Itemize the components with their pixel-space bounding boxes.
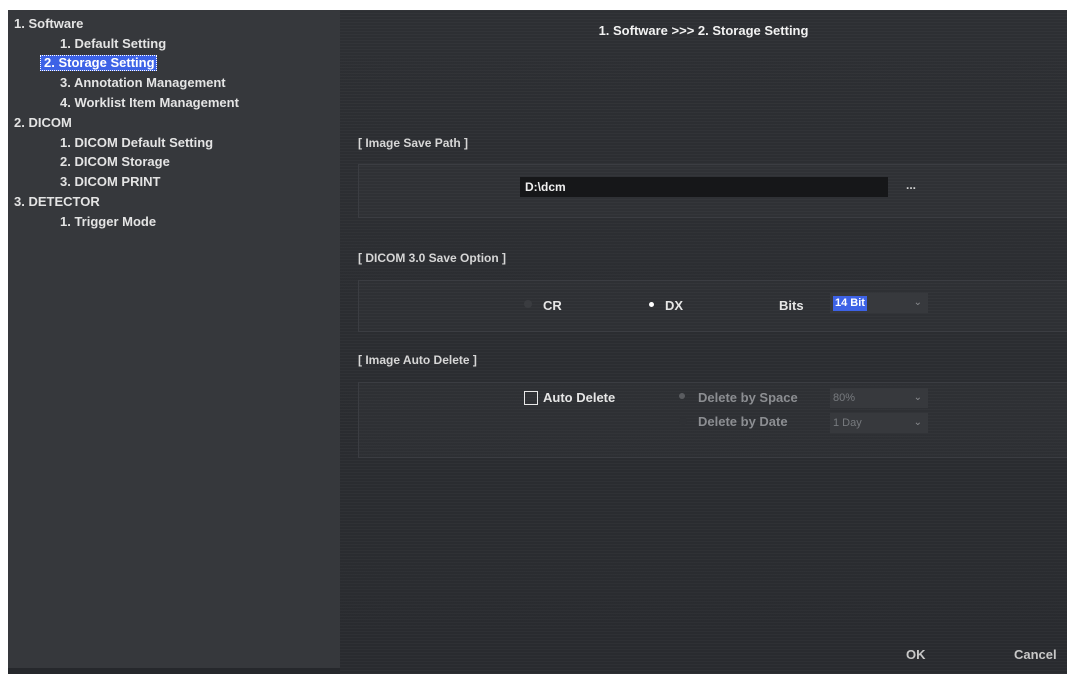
tree-item-dicom-print[interactable]: 3. DICOM PRINT (58, 174, 162, 190)
tree-item-worklist-item-management[interactable]: 4. Worklist Item Management (58, 95, 241, 111)
bits-label: Bits (779, 298, 804, 313)
dx-radio-label: DX (665, 298, 684, 313)
chevron-down-icon: ⌄ (913, 392, 922, 403)
tree-item-dicom[interactable]: 2. DICOM (12, 115, 74, 131)
delete-by-space-label: Delete by Space (698, 390, 798, 405)
auto-delete-checkbox[interactable] (524, 391, 538, 405)
tree-item-dicom-storage[interactable]: 2. DICOM Storage (58, 154, 172, 170)
dx-radio[interactable] (649, 302, 654, 307)
tree-item-detector[interactable]: 3. DETECTOR (12, 194, 102, 210)
tree-item-software[interactable]: 1. Software (12, 16, 85, 32)
image-save-path-heading: [ Image Save Path ] (358, 136, 469, 150)
tree-item-annotation-management[interactable]: 3. Annotation Management (58, 75, 228, 91)
bits-select[interactable]: 14 Bit ⌄ (830, 293, 928, 313)
chevron-down-icon: ⌄ (913, 417, 922, 428)
browse-button[interactable]: ... (906, 178, 916, 192)
dicom-save-option-group (358, 280, 1067, 332)
image-auto-delete-heading: [ Image Auto Delete ] (358, 353, 477, 367)
auto-delete-label: Auto Delete (543, 390, 616, 405)
delete-date-select[interactable]: 1 Day ⌄ (830, 413, 928, 433)
ok-button[interactable]: OK (906, 647, 926, 662)
cancel-button[interactable]: Cancel (1014, 647, 1057, 662)
bits-select-value: 14 Bit (833, 296, 867, 311)
dicom-save-option-heading: [ DICOM 3.0 Save Option ] (358, 251, 507, 265)
chevron-down-icon: ⌄ (913, 297, 922, 308)
delete-by-space-radio[interactable] (679, 393, 685, 399)
delete-by-date-label: Delete by Date (698, 414, 788, 429)
image-save-path-input[interactable]: D:\dcm (520, 177, 888, 197)
settings-content: 1. Software >>> 2. Storage Setting [ Ima… (340, 10, 1067, 674)
tree-item-default-setting[interactable]: 1. Default Setting (58, 36, 168, 52)
settings-tree: 1. Software 1. Default Setting 2. Storag… (8, 10, 340, 668)
cr-radio-label: CR (543, 298, 562, 313)
delete-space-select-value: 80% (833, 392, 856, 404)
tree-item-dicom-default-setting[interactable]: 1. DICOM Default Setting (58, 135, 215, 151)
delete-space-select[interactable]: 80% ⌄ (830, 388, 928, 408)
delete-date-select-value: 1 Day (833, 417, 862, 429)
delete-by-date-radio[interactable] (679, 417, 687, 425)
cr-radio[interactable] (524, 300, 532, 308)
breadcrumb: 1. Software >>> 2. Storage Setting (598, 23, 809, 38)
tree-item-trigger-mode[interactable]: 1. Trigger Mode (58, 214, 158, 230)
tree-item-storage-setting[interactable]: 2. Storage Setting (40, 55, 157, 71)
